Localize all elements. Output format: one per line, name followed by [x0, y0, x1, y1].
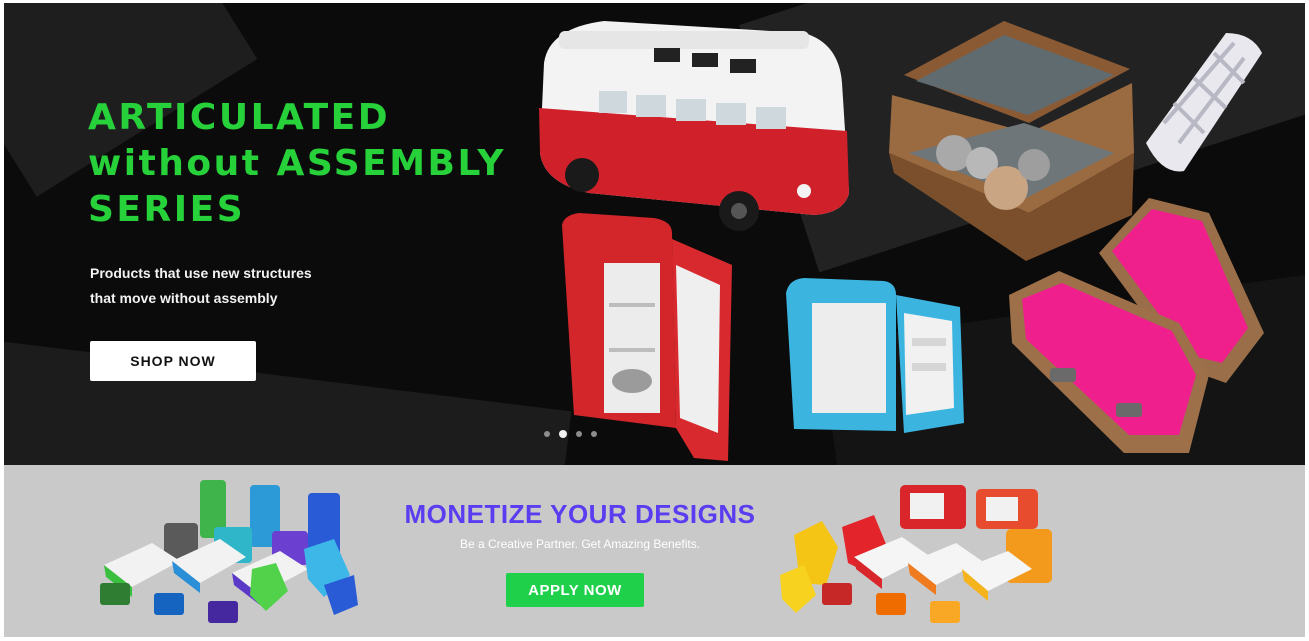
carousel-dot-3[interactable] — [576, 431, 582, 437]
hero-title-line: ARTICULATED — [88, 97, 391, 138]
carousel-dot-4[interactable] — [591, 431, 597, 437]
promo-images — [100, 480, 1052, 623]
carousel-dots — [544, 430, 597, 438]
toy-bus-image — [539, 21, 849, 231]
promo-title: MONETIZE YOUR DESIGNS — [404, 499, 756, 529]
hero-title: ARTICULATED without ASSEMBLY SERIES — [88, 95, 528, 233]
red-fridge-image — [562, 213, 732, 461]
lattice-cylinder-image — [1146, 33, 1262, 172]
blue-fridge-image — [786, 278, 964, 433]
hero-title-line: without ASSEMBLY — [88, 143, 506, 184]
promo-banner[interactable]: MONETIZE YOUR DESIGNS Be a Creative Part… — [4, 465, 1305, 637]
hero-subtitle-line: Products that use new structures — [90, 265, 312, 281]
shop-now-button[interactable]: SHOP NOW — [90, 341, 256, 381]
treasure-chest-image — [889, 21, 1134, 261]
apply-now-button[interactable]: APPLY NOW — [506, 573, 644, 607]
toy-collection-right-image — [780, 485, 1052, 623]
promo-subtitle: Be a Creative Partner. Get Amazing Benef… — [459, 537, 701, 551]
carousel-dot-1[interactable] — [544, 431, 550, 437]
hero-title-line: SERIES — [88, 189, 246, 230]
toy-collection-left-image — [100, 480, 358, 623]
hero-subtitle-line: that move without assembly — [90, 290, 278, 306]
carousel-dot-2[interactable] — [559, 430, 567, 438]
hero-banner: ARTICULATED without ASSEMBLY SERIES Prod… — [4, 3, 1305, 465]
hero-subtitle: Products that use new structures that mo… — [90, 261, 390, 311]
hero-products-image — [539, 21, 1264, 461]
